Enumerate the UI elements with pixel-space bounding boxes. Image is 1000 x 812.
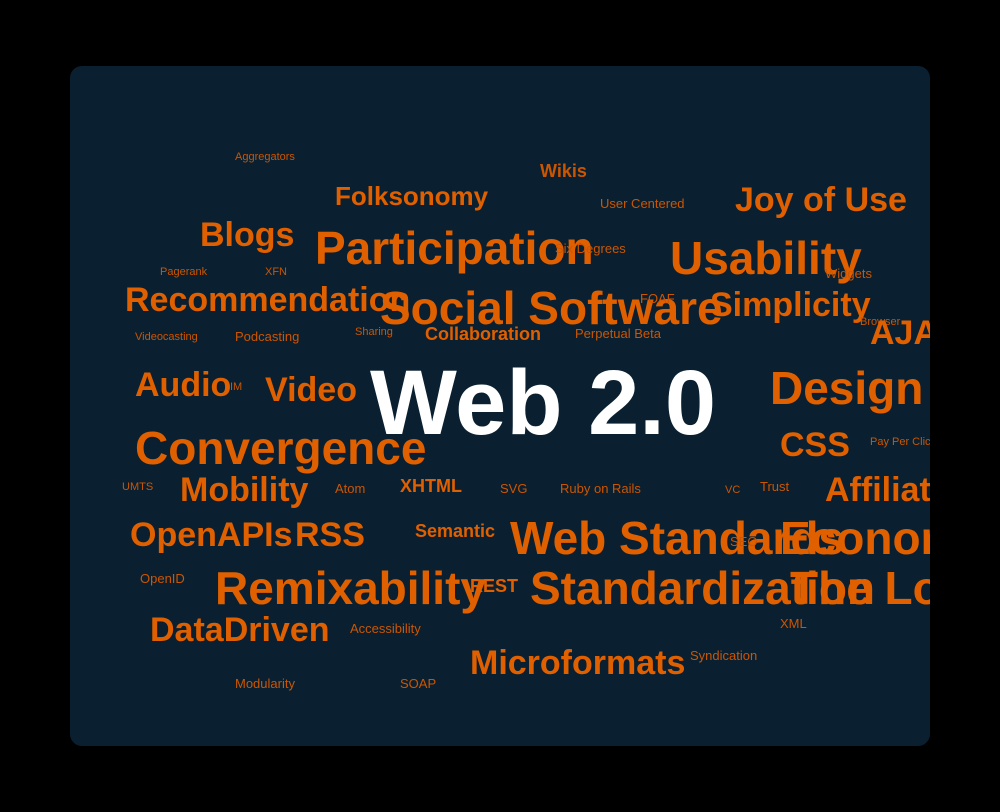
tag-word: Ruby on Rails xyxy=(560,481,641,496)
tag-word: Wikis xyxy=(540,161,587,182)
tag-word: Sharing xyxy=(355,326,393,338)
tag-word: Modularity xyxy=(235,676,295,691)
tag-word: XML xyxy=(780,616,807,631)
tag-word: Video xyxy=(265,371,357,410)
tag-word: UMTS xyxy=(122,481,153,493)
tag-word: Joy of Use xyxy=(735,181,907,220)
tag-word: Economy xyxy=(780,511,930,565)
tag-word: OpenID xyxy=(140,571,185,586)
tag-word: IM xyxy=(230,381,242,393)
tag-word: RSS xyxy=(295,516,365,555)
tag-word: Design xyxy=(770,361,923,415)
tag-word: Convergence xyxy=(135,421,426,475)
tag-word: VC xyxy=(725,484,740,496)
tag-word: AJAX xyxy=(870,314,930,353)
tag-word: SOAP xyxy=(400,676,436,691)
tag-word: Folksonomy xyxy=(335,181,488,212)
tag-word: Videocasting xyxy=(135,331,198,343)
tag-word: Affiliation xyxy=(825,471,930,510)
tag-word: Pay Per Click xyxy=(870,436,930,448)
tag-word: Mobility xyxy=(180,471,308,510)
tag-word: Remixability xyxy=(215,561,486,615)
tag-word: OpenAPIs xyxy=(130,516,292,555)
tag-word: Collaboration xyxy=(425,324,541,345)
tag-word: Syndication xyxy=(690,648,757,663)
tag-word: XFN xyxy=(265,266,287,278)
tag-word: Recommendation xyxy=(125,281,410,320)
tag-word: FOAF xyxy=(640,291,675,306)
tag-word: Pagerank xyxy=(160,266,207,278)
tag-word: Aggregators xyxy=(235,151,295,163)
tag-word: XHTML xyxy=(400,476,462,497)
tag-word: SEO xyxy=(730,534,757,549)
tag-word: Microformats xyxy=(470,644,685,683)
tag-word: Widgets xyxy=(825,266,872,281)
tag-word: Audio xyxy=(135,366,231,405)
tag-word: Participation xyxy=(315,221,594,275)
tag-word: Simplicity xyxy=(710,286,871,325)
tag-word: Semantic xyxy=(415,521,495,542)
tag-word: CSS xyxy=(780,426,850,465)
tag-word: Podcasting xyxy=(235,329,299,344)
tag-word: User Centered xyxy=(600,196,685,211)
tag-word: SVG xyxy=(500,481,527,496)
tag-word: REST xyxy=(470,576,518,597)
tag-word: Perpetual Beta xyxy=(575,326,661,341)
tag-word: Blogs xyxy=(200,216,294,255)
tag-cloud: Aggregators Folksonomy Wikis User Centered J… xyxy=(70,66,930,746)
tag-word: Accessibility xyxy=(350,621,421,636)
tag-word: The Long Tail xyxy=(790,561,930,615)
tag-word: Trust xyxy=(760,479,789,494)
tag-word: DataDriven xyxy=(150,611,330,650)
tag-word: Six Degrees xyxy=(555,241,626,256)
tag-word: Atom xyxy=(335,481,365,496)
